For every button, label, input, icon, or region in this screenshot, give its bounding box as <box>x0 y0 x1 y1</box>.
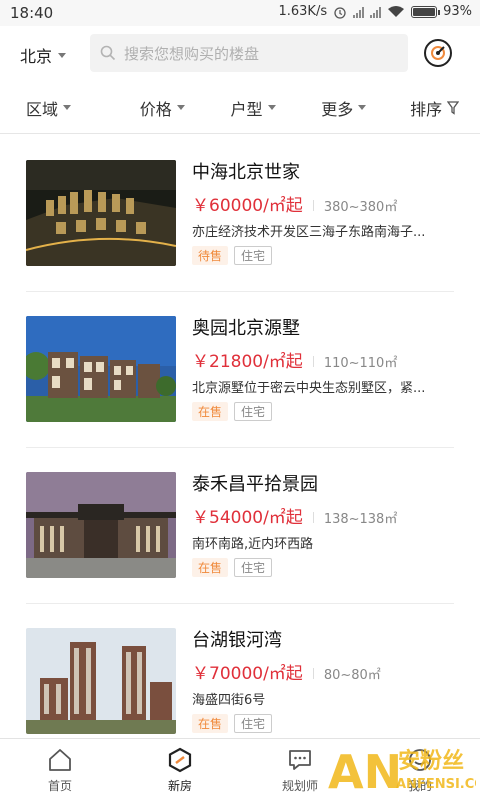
svg-text:安粉丝: 安粉丝 <box>398 748 464 774</box>
divider <box>312 512 314 523</box>
nav-item-home[interactable]: 首页 <box>0 739 120 800</box>
search-placeholder: 搜索您想购买的楼盘 <box>124 44 260 63</box>
listing-tags: 在售 住宅 <box>192 714 454 733</box>
status-icons: 1.63K/s 93% <box>278 4 472 19</box>
filter-district[interactable]: 区域 <box>0 82 117 133</box>
list-item[interactable]: 中海北京世家 ￥60000/㎡起 380~380㎡ 亦庄经济技术开发区三海子东路… <box>26 136 454 292</box>
filter-bar: 区域 价格 户型 更多 排序 <box>0 82 480 134</box>
listing-image <box>26 628 176 734</box>
battery-icon <box>411 5 441 18</box>
filter-more[interactable]: 更多 <box>298 82 389 133</box>
listing-list: 中海北京世家 ￥60000/㎡起 380~380㎡ 亦庄经济技术开发区三海子东路… <box>0 136 480 738</box>
filter-layout[interactable]: 户型 <box>208 82 299 133</box>
listing-tags: 待售 住宅 <box>192 246 454 265</box>
price-row: ￥21800/㎡起 110~110㎡ <box>192 347 454 372</box>
listing-info: 泰禾昌平拾景园 ￥54000/㎡起 138~138㎡ 南环南路,近内环西路 在售… <box>192 472 454 577</box>
header: 北京 搜索您想购买的楼盘 <box>0 26 480 82</box>
status-tag: 在售 <box>192 402 229 421</box>
home-icon <box>49 749 71 771</box>
battery-level: 93% <box>443 4 472 19</box>
listing-image <box>26 472 176 578</box>
price-row: ￥60000/㎡起 380~380㎡ <box>192 191 454 216</box>
caret-down-icon <box>267 105 276 110</box>
chat-icon <box>289 750 311 770</box>
listing-tags: 在售 住宅 <box>192 402 454 421</box>
signal-icon <box>370 6 382 18</box>
caret-down-icon <box>176 105 185 110</box>
search-icon <box>100 45 116 61</box>
listing-name: 奥园北京源墅 <box>192 318 300 339</box>
radar-icon[interactable] <box>424 39 452 67</box>
type-tag: 住宅 <box>234 246 273 265</box>
nav-label: 首页 <box>47 779 72 793</box>
divider <box>312 356 314 367</box>
listing-info: 台湖银河湾 ￥70000/㎡起 80~80㎡ 海盛四街6号 在售 住宅 <box>192 628 454 733</box>
listing-area: 110~110㎡ <box>323 356 398 371</box>
list-item[interactable]: 泰禾昌平拾景园 ￥54000/㎡起 138~138㎡ 南环南路,近内环西路 在售… <box>26 448 454 604</box>
funnel-icon <box>447 100 460 115</box>
price-row: ￥70000/㎡起 80~80㎡ <box>192 659 454 684</box>
listing-price: ￥60000/㎡起 <box>192 196 303 216</box>
listing-area: 380~380㎡ <box>323 200 398 215</box>
filter-label: 排序 <box>410 99 443 119</box>
listing-info: 奥园北京源墅 ￥21800/㎡起 110~110㎡ 北京源墅位于密云中央生态别墅… <box>192 316 454 421</box>
listing-name: 泰禾昌平拾景园 <box>192 474 318 495</box>
listing-address: 北京源墅位于密云中央生态别墅区，紧... <box>192 381 426 396</box>
caret-down-icon <box>63 105 72 110</box>
filter-price[interactable]: 价格 <box>117 82 208 133</box>
network-speed: 1.63K/s <box>278 4 328 19</box>
listing-address: 南环南路,近内环西路 <box>192 537 314 552</box>
status-time: 18:40 <box>10 4 54 22</box>
divider <box>312 200 314 211</box>
listing-price: ￥21800/㎡起 <box>192 352 303 372</box>
filter-label: 价格 <box>139 99 172 119</box>
filter-label: 区域 <box>26 99 59 119</box>
price-row: ￥54000/㎡起 138~138㎡ <box>192 503 454 528</box>
city-label: 北京 <box>20 47 53 66</box>
nav-label: 新房 <box>167 779 192 793</box>
filter-sort[interactable]: 排序 <box>389 82 480 133</box>
listing-area: 80~80㎡ <box>323 668 381 683</box>
nav-item-new-home[interactable]: 新房 <box>120 739 240 800</box>
status-bar: 18:40 1.63K/s 93% <box>0 0 480 26</box>
listing-name: 中海北京世家 <box>192 162 300 183</box>
type-tag: 住宅 <box>234 714 273 733</box>
listing-address: 海盛四街6号 <box>192 693 266 708</box>
listing-address: 亦庄经济技术开发区三海子东路南海子... <box>192 225 426 240</box>
type-tag: 住宅 <box>234 402 273 421</box>
caret-down-icon <box>58 52 67 58</box>
svg-text:AN: AN <box>328 745 402 796</box>
status-tag: 待售 <box>192 246 229 265</box>
divider <box>312 668 314 679</box>
type-tag: 住宅 <box>234 558 273 577</box>
signal-icon <box>353 6 365 18</box>
list-item[interactable]: 奥园北京源墅 ￥21800/㎡起 110~110㎡ 北京源墅位于密云中央生态别墅… <box>26 292 454 448</box>
status-tag: 在售 <box>192 558 229 577</box>
listing-price: ￥70000/㎡起 <box>192 664 303 684</box>
caret-down-icon <box>358 105 367 110</box>
filter-label: 更多 <box>321 99 354 119</box>
listing-area: 138~138㎡ <box>323 512 398 527</box>
search-input[interactable]: 搜索您想购买的楼盘 <box>90 34 408 72</box>
listing-tags: 在售 住宅 <box>192 558 454 577</box>
alarm-icon <box>334 6 346 19</box>
list-item[interactable]: 台湖银河湾 ￥70000/㎡起 80~80㎡ 海盛四街6号 在售 住宅 <box>26 604 454 738</box>
nav-label: 规划师 <box>281 779 318 793</box>
filter-label: 户型 <box>230 99 263 119</box>
city-selector[interactable]: 北京 <box>20 43 67 67</box>
watermark-logo: AN 安粉丝 ANFENSI.COM <box>328 742 480 799</box>
new-home-icon <box>168 747 192 773</box>
wifi-icon <box>388 6 405 17</box>
svg-text:ANFENSI.COM: ANFENSI.COM <box>396 777 476 792</box>
listing-image <box>26 316 176 422</box>
listing-image <box>26 160 176 266</box>
status-tag: 在售 <box>192 714 229 733</box>
listing-price: ￥54000/㎡起 <box>192 508 303 528</box>
listing-info: 中海北京世家 ￥60000/㎡起 380~380㎡ 亦庄经济技术开发区三海子东路… <box>192 160 454 265</box>
listing-name: 台湖银河湾 <box>192 630 282 651</box>
